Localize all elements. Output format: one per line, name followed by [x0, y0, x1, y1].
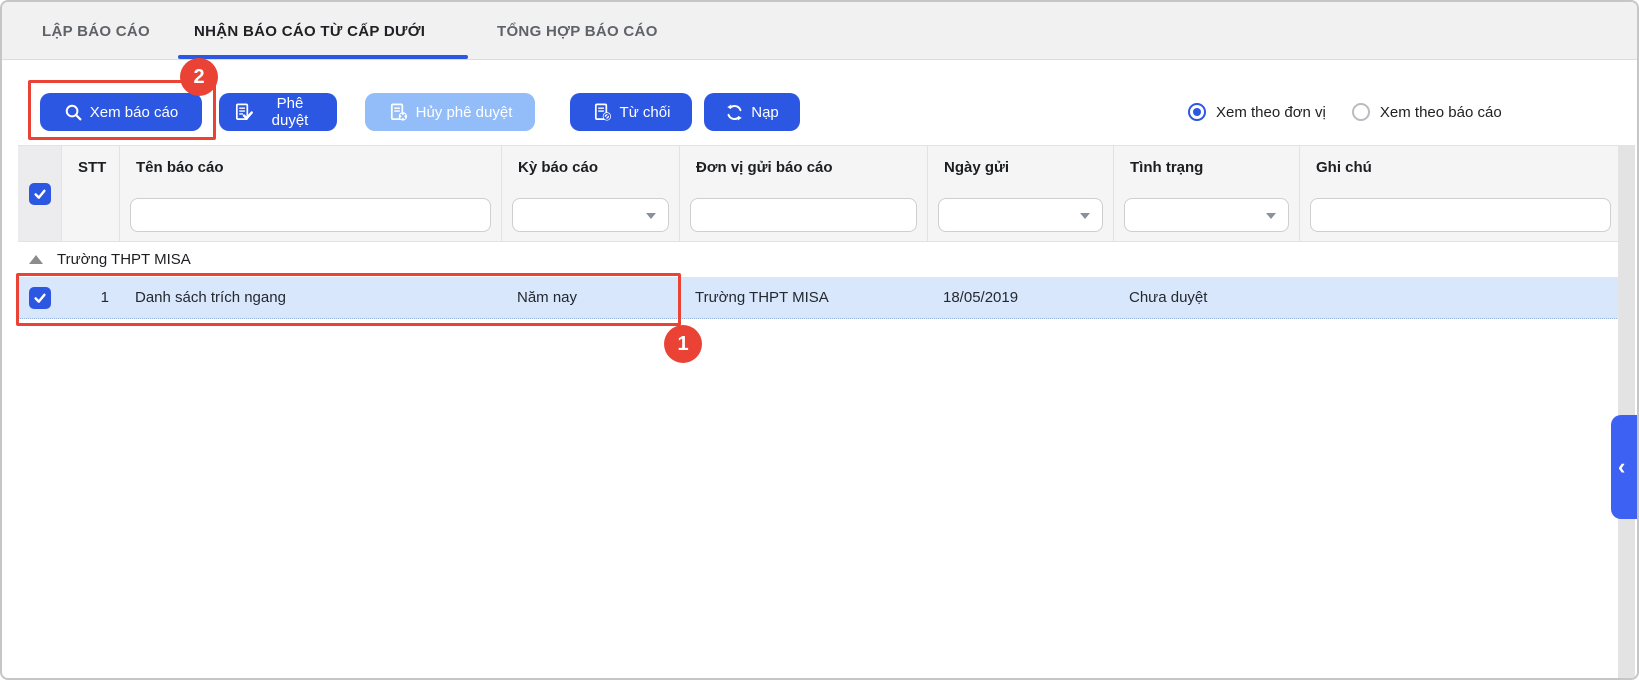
radio-view-by-unit-label: Xem theo đơn vị: [1216, 104, 1326, 121]
approve-button[interactable]: Phê duyệt: [219, 93, 337, 131]
tab-lap-bao-cao[interactable]: LẬP BÁO CÁO: [42, 2, 150, 60]
filter-ghi-chu[interactable]: [1310, 198, 1611, 232]
row-checkbox-cell: [18, 277, 62, 318]
annotation-badge-step1: 1: [664, 325, 702, 363]
tab-bar: LẬP BÁO CÁO NHẬN BÁO CÁO TỪ CẤP DƯỚI TỔN…: [2, 2, 1637, 60]
filter-ky-bao-cao[interactable]: [512, 198, 669, 232]
cell-stt: 1: [62, 277, 120, 318]
column-don-vi-gui-label: Đơn vị gửi báo cáo: [680, 146, 927, 189]
reject-label: Từ chối: [620, 104, 671, 121]
check-icon: [33, 187, 47, 201]
active-tab-indicator: [178, 55, 468, 59]
cell-don-vi-gui: Trường THPT MISA: [680, 277, 928, 318]
tab-nhan-bao-cao-tu-cap-duoi[interactable]: NHẬN BÁO CÁO TỪ CẤP DƯỚI: [194, 2, 425, 60]
radio-unselected-icon: [1352, 103, 1370, 121]
cell-tinh-trang: Chưa duyệt: [1114, 277, 1300, 318]
app-window: LẬP BÁO CÁO NHẬN BÁO CÁO TỪ CẤP DƯỚI TỔN…: [0, 0, 1639, 680]
check-icon: [33, 291, 47, 305]
reject-button[interactable]: Từ chối: [570, 93, 692, 131]
column-ghi-chu[interactable]: Ghi chú: [1300, 146, 1622, 241]
filter-don-vi-gui[interactable]: [690, 198, 917, 232]
collapse-triangle-icon[interactable]: [29, 255, 43, 264]
filter-ngay-gui[interactable]: [938, 198, 1103, 232]
column-ten-bao-cao-label: Tên báo cáo: [120, 146, 501, 189]
collapse-panel-tab[interactable]: ‹: [1611, 415, 1639, 519]
column-tinh-trang[interactable]: Tình trạng: [1114, 146, 1300, 241]
filter-ngay-gui-input[interactable]: [939, 199, 1102, 231]
select-all-cell: [18, 146, 62, 241]
radio-view-by-unit[interactable]: Xem theo đơn vị: [1188, 103, 1326, 121]
reject-doc-icon: [592, 102, 613, 122]
column-tinh-trang-label: Tình trạng: [1114, 146, 1299, 189]
search-icon: [64, 103, 83, 122]
filter-don-vi-gui-input[interactable]: [691, 199, 916, 231]
column-ky-bao-cao[interactable]: Kỳ báo cáo: [502, 146, 680, 241]
reload-label: Nạp: [751, 104, 779, 121]
unapprove-doc-icon: [388, 102, 409, 122]
approve-label: Phê duyệt: [257, 95, 323, 129]
column-ky-bao-cao-label: Kỳ báo cáo: [502, 146, 679, 189]
toolbar: Xem báo cáo Phê duyệt Hủy phê duyệt: [2, 61, 1637, 145]
unapprove-button[interactable]: Hủy phê duyệt: [365, 93, 535, 131]
grid-header: STT Tên báo cáo Kỳ báo cáo Đơn vị gửi bá…: [18, 145, 1623, 242]
filter-ky-bao-cao-input[interactable]: [513, 199, 668, 231]
row-checkbox[interactable]: [29, 287, 51, 309]
column-don-vi-gui[interactable]: Đơn vị gửi báo cáo: [680, 146, 928, 241]
cell-ten-bao-cao: Danh sách trích ngang: [120, 277, 502, 318]
select-all-checkbox[interactable]: [29, 183, 51, 205]
cell-ngay-gui: 18/05/2019: [928, 277, 1114, 318]
view-report-button[interactable]: Xem báo cáo: [40, 93, 202, 131]
view-report-label: Xem báo cáo: [90, 104, 178, 121]
group-row-truong-thpt-misa[interactable]: Trường THPT MISA: [18, 242, 1623, 277]
filter-tinh-trang-input[interactable]: [1125, 199, 1288, 231]
filter-ten-bao-cao-input[interactable]: [131, 199, 490, 231]
column-ngay-gui[interactable]: Ngày gửi: [928, 146, 1114, 241]
cell-ky-bao-cao: Năm nay: [502, 277, 680, 318]
report-row[interactable]: 1 Danh sách trích ngang Năm nay Trường T…: [18, 277, 1623, 319]
tab-tong-hop-bao-cao[interactable]: TỔNG HỢP BÁO CÁO: [497, 2, 658, 60]
unapprove-label: Hủy phê duyệt: [416, 104, 513, 121]
column-stt-label: STT: [62, 146, 119, 189]
column-ngay-gui-label: Ngày gửi: [928, 146, 1113, 189]
reload-button[interactable]: Nạp: [704, 93, 800, 131]
cell-ghi-chu: [1300, 277, 1622, 318]
column-stt[interactable]: STT: [62, 146, 120, 241]
approve-doc-icon: [233, 102, 254, 122]
sync-icon: [725, 103, 744, 122]
radio-selected-icon: [1188, 103, 1206, 121]
radio-view-by-report-label: Xem theo báo cáo: [1380, 104, 1502, 121]
radio-view-by-report[interactable]: Xem theo báo cáo: [1352, 103, 1502, 121]
filter-ten-bao-cao[interactable]: [130, 198, 491, 232]
column-ghi-chu-label: Ghi chú: [1300, 146, 1621, 189]
group-row-label: Trường THPT MISA: [57, 251, 191, 268]
view-mode-radio-group: Xem theo đơn vị Xem theo báo cáo: [1188, 93, 1502, 131]
filter-ghi-chu-input[interactable]: [1311, 199, 1610, 231]
report-grid: STT Tên báo cáo Kỳ báo cáo Đơn vị gửi bá…: [18, 145, 1623, 319]
scrollbar-track[interactable]: [1618, 145, 1635, 678]
chevron-left-icon: ‹: [1618, 456, 1625, 478]
column-ten-bao-cao[interactable]: Tên báo cáo: [120, 146, 502, 241]
filter-tinh-trang[interactable]: [1124, 198, 1289, 232]
